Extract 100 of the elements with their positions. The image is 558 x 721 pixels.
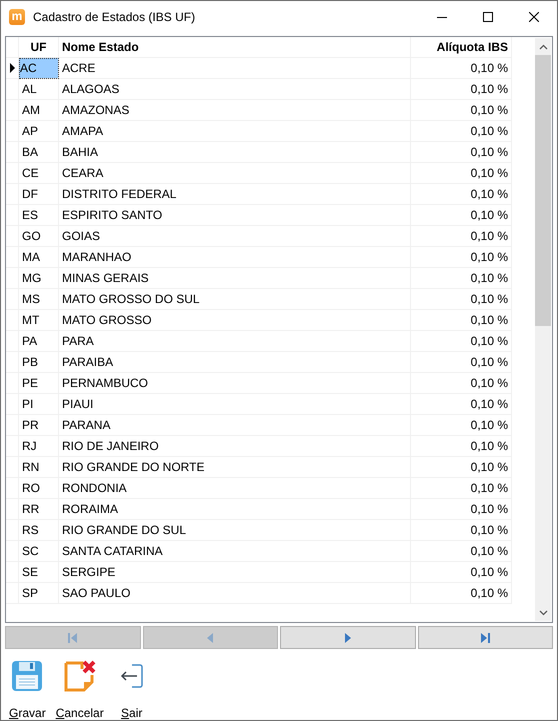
table-cell: ESPIRITO SANTO [59,205,411,226]
table-cell: RIO GRANDE DO NORTE [59,457,411,478]
table-cell: PARA [59,331,411,352]
table-cell: BAHIA [59,142,411,163]
app-logo: m [9,9,25,25]
table-cell: RN [19,457,59,478]
scroll-up-icon [538,44,548,50]
toolbar-button[interactable]: Cancelar [52,657,108,720]
table-cell: AC [19,58,59,79]
table-cell: BA [19,142,59,163]
maximize-icon [483,12,493,22]
table-cell: DF [19,184,59,205]
table-cell: MATO GROSSO DO SUL [59,289,411,310]
table-cell: RR [19,499,59,520]
document-cross-icon [64,660,96,692]
table-cell: PI [19,394,59,415]
scrollbar[interactable] [535,38,551,622]
row-pointer-icon [10,63,14,73]
table-cell: PB [19,352,59,373]
table-cell: PA [19,331,59,352]
table-cell: MS [19,289,59,310]
table-cell: MA [19,247,59,268]
navigator-button[interactable] [280,626,416,649]
table-cell: PERNAMBUCO [59,373,411,394]
table-cell: SAO PAULO [59,583,411,604]
table-cell: CEARA [59,163,411,184]
table-cell: 0,10 % [411,394,512,415]
table-cell: 0,10 % [411,436,512,457]
table-cell: RS [19,520,59,541]
column-header[interactable]: Alíquota IBS [411,37,512,58]
table-cell: 0,10 % [411,499,512,520]
table-cell: DISTRITO FEDERAL [59,184,411,205]
table-cell: 0,10 % [411,520,512,541]
table-cell: AM [19,100,59,121]
last-record-icon [480,632,490,643]
table-cell: SERGIPE [59,562,411,583]
table-cell: ES [19,205,59,226]
table-cell: 0,10 % [411,373,512,394]
table-cell: 0,10 % [411,583,512,604]
table-cell: PR [19,415,59,436]
table-cell: AMAZONAS [59,100,411,121]
table-cell: PARANA [59,415,411,436]
table-cell: SP [19,583,59,604]
table-cell: SC [19,541,59,562]
table-cell: GO [19,226,59,247]
table-cell: 0,10 % [411,58,512,79]
table-cell: GOIAS [59,226,411,247]
table-cell: 0,10 % [411,121,512,142]
table-cell: 0,10 % [411,205,512,226]
header-corner [6,37,19,58]
table-cell: PE [19,373,59,394]
table-cell: SANTA CATARINA [59,541,411,562]
table-cell: 0,10 % [411,100,512,121]
table-cell: RIO DE JANEIRO [59,436,411,457]
table-cell: 0,10 % [411,415,512,436]
scroll-thumb[interactable] [535,55,551,326]
table-cell: 0,10 % [411,562,512,583]
toolbar-button[interactable]: Gravar [5,657,50,720]
table-cell: PIAUI [59,394,411,415]
table-cell: 0,10 % [411,247,512,268]
table-cell: 0,10 % [411,184,512,205]
table-cell: 0,10 % [411,352,512,373]
table-cell: RJ [19,436,59,457]
close-icon [529,12,539,22]
navigator-button[interactable] [418,626,553,649]
table-cell: 0,10 % [411,268,512,289]
next-record-icon [343,632,352,643]
table-cell: ALAGOAS [59,79,411,100]
previous-record-icon [206,632,215,643]
window-title: Cadastro de Estados (IBS UF) [33,10,196,24]
table-cell: 0,10 % [411,289,512,310]
table-cell: 0,10 % [411,310,512,331]
table-cell: 0,10 % [411,541,512,562]
table-cell: RORAIMA [59,499,411,520]
scroll-down-icon [538,610,548,616]
table-cell: AP [19,121,59,142]
table-cell: 0,10 % [411,457,512,478]
table-cell: MINAS GERAIS [59,268,411,289]
table-cell: 0,10 % [411,226,512,247]
table-cell: MG [19,268,59,289]
column-header[interactable]: Nome Estado [59,37,411,58]
table-cell: RONDONIA [59,478,411,499]
table-cell: 0,10 % [411,79,512,100]
first-record-icon [68,632,78,643]
table-cell: 0,10 % [411,163,512,184]
table-cell: 0,10 % [411,331,512,352]
table-cell: MATO GROSSO [59,310,411,331]
table-cell: 0,10 % [411,142,512,163]
table-cell: RIO GRANDE DO SUL [59,520,411,541]
toolbar-button[interactable]: Sair [110,657,154,720]
table-cell: SE [19,562,59,583]
table-cell: MARANHAO [59,247,411,268]
table-cell: MT [19,310,59,331]
table-cell: 0,10 % [411,478,512,499]
table-cell: ACRE [59,58,411,79]
table-cell: AL [19,79,59,100]
table-cell: PARAIBA [59,352,411,373]
table-cell: CE [19,163,59,184]
table-cell: RO [19,478,59,499]
table-cell: AMAPA [59,121,411,142]
